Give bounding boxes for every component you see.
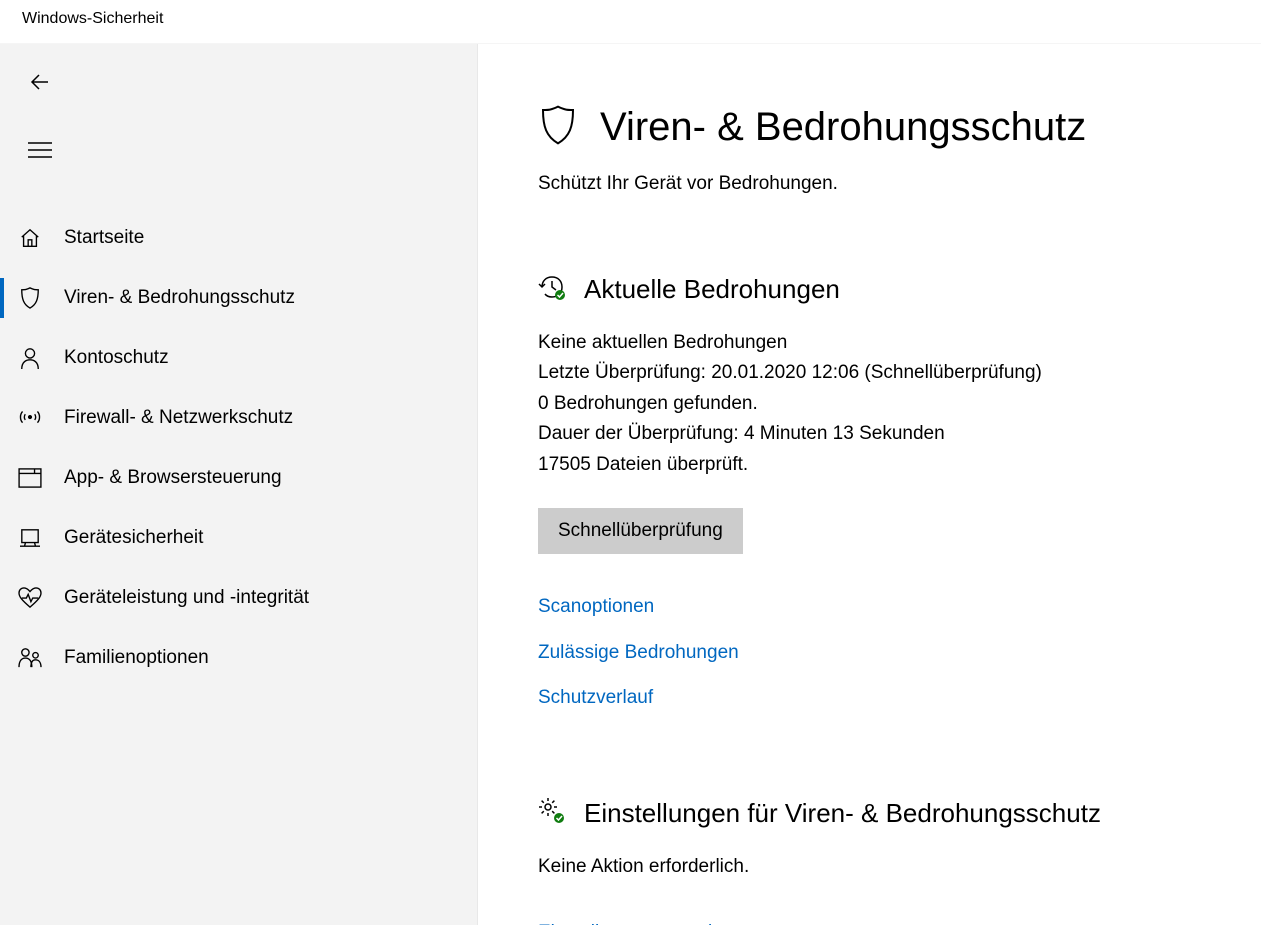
sidebar-item-appbrowser[interactable]: App- & Browsersteuerung (0, 448, 477, 508)
sidebar-item-firewall[interactable]: Firewall- & Netzwerkschutz (0, 388, 477, 448)
sidebar: Startseite Viren- & Bedrohungsschutz (0, 44, 478, 925)
settings-section: Einstellungen für Viren- & Bedrohungssch… (538, 797, 1201, 925)
family-icon (10, 638, 50, 678)
settings-status: Keine Aktion erforderlich. (538, 852, 1201, 882)
history-check-icon (538, 273, 566, 306)
hamburger-button[interactable] (20, 130, 60, 170)
hamburger-icon (28, 141, 52, 159)
home-icon (10, 218, 50, 258)
window-title: Windows-Sicherheit (0, 0, 1261, 44)
current-threats-section: Aktuelle Bedrohungen Keine aktuellen Bed… (538, 273, 1201, 721)
manage-settings-link[interactable]: Einstellungen verwalten (538, 910, 1201, 925)
heart-icon (10, 578, 50, 618)
sidebar-item-virus[interactable]: Viren- & Bedrohungsschutz (0, 268, 477, 328)
sidebar-item-label: Kontoschutz (64, 347, 169, 369)
sidebar-item-label: Gerätesicherheit (64, 527, 203, 549)
sidebar-item-label: App- & Browsersteuerung (64, 467, 282, 489)
sidebar-item-family[interactable]: Familienoptionen (0, 628, 477, 688)
chip-icon (10, 518, 50, 558)
quick-scan-button[interactable]: Schnellüberprüfung (538, 508, 743, 554)
section-title: Einstellungen für Viren- & Bedrohungssch… (584, 798, 1101, 829)
threats-found: 0 Bedrohungen gefunden. (538, 389, 1201, 419)
threat-status: Keine aktuellen Bedrohungen (538, 328, 1201, 358)
last-scan-info: Letzte Überprüfung: 20.01.2020 12:06 (Sc… (538, 358, 1201, 388)
sidebar-item-label: Viren- & Bedrohungsschutz (64, 287, 295, 309)
shield-icon (538, 102, 578, 153)
settings-check-icon (538, 797, 566, 830)
section-title: Aktuelle Bedrohungen (584, 274, 840, 305)
content-area: Viren- & Bedrohungsschutz Schützt Ihr Ge… (478, 44, 1261, 925)
shield-icon (10, 278, 50, 318)
sidebar-item-label: Firewall- & Netzwerkschutz (64, 407, 293, 429)
sidebar-item-label: Startseite (64, 227, 144, 249)
files-scanned: 17505 Dateien überprüft. (538, 450, 1201, 480)
sidebar-item-label: Geräteleistung und -integrität (64, 587, 309, 609)
protection-history-link[interactable]: Schutzverlauf (538, 675, 1201, 721)
sidebar-item-devicesecurity[interactable]: Gerätesicherheit (0, 508, 477, 568)
person-icon (10, 338, 50, 378)
back-button[interactable] (20, 62, 60, 102)
sidebar-item-home[interactable]: Startseite (0, 208, 477, 268)
sidebar-item-label: Familienoptionen (64, 647, 209, 669)
scan-options-link[interactable]: Scanoptionen (538, 584, 1201, 630)
scan-duration: Dauer der Überprüfung: 4 Minuten 13 Seku… (538, 419, 1201, 449)
antenna-icon (10, 398, 50, 438)
sidebar-item-account[interactable]: Kontoschutz (0, 328, 477, 388)
page-subtitle: Schützt Ihr Gerät vor Bedrohungen. (538, 173, 1201, 195)
window-icon (10, 458, 50, 498)
page-title: Viren- & Bedrohungsschutz (600, 105, 1086, 150)
allowed-threats-link[interactable]: Zulässige Bedrohungen (538, 630, 1201, 676)
sidebar-item-performance[interactable]: Geräteleistung und -integrität (0, 568, 477, 628)
arrow-left-icon (28, 70, 52, 94)
